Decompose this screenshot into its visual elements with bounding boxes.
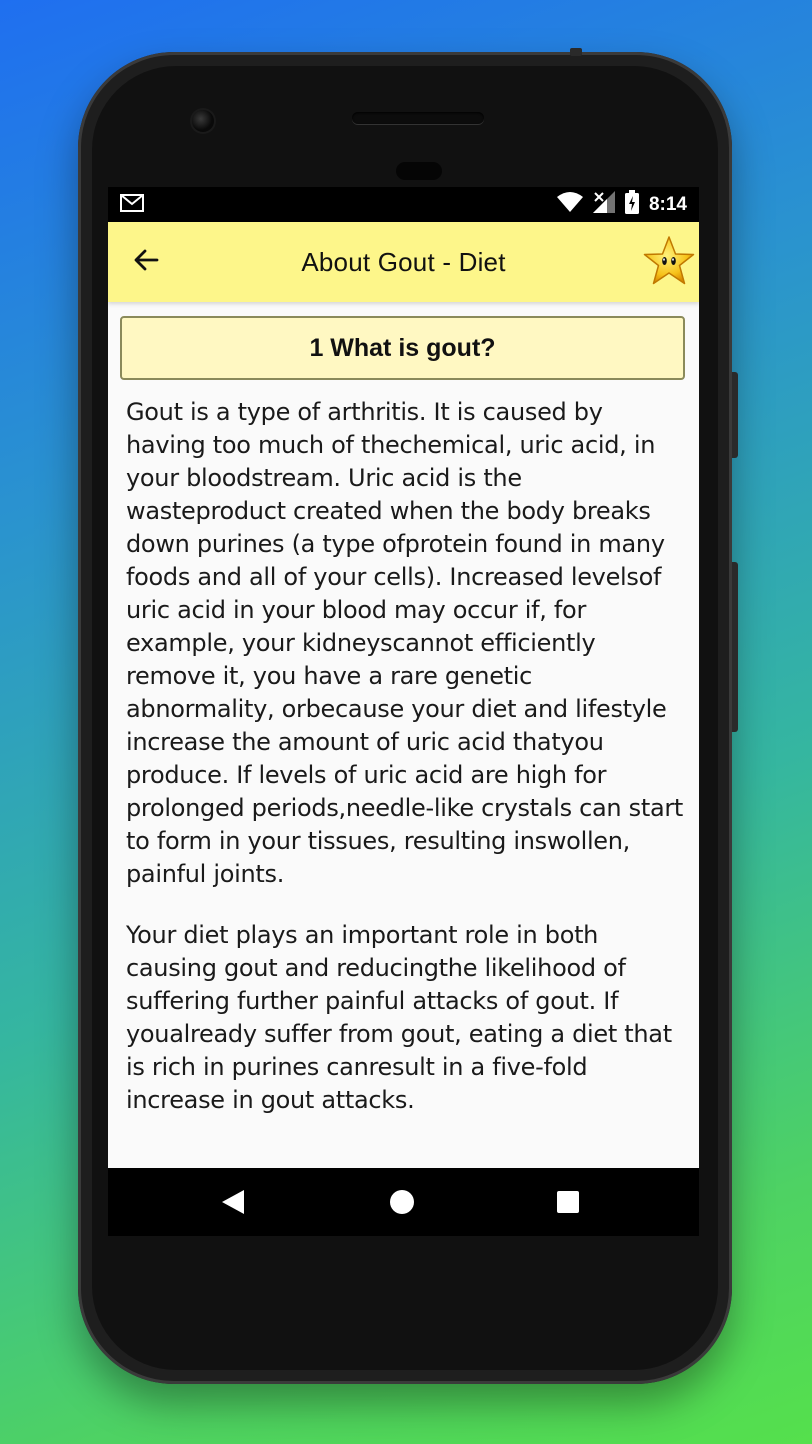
article-paragraph: Gout is a type of arthritis. It is cause… xyxy=(126,398,691,888)
earpiece-speaker xyxy=(352,112,484,124)
section-header[interactable]: 1 What is gout? xyxy=(120,316,685,380)
back-button[interactable] xyxy=(128,244,164,280)
nav-recents-icon[interactable] xyxy=(557,1191,579,1213)
nav-back-icon[interactable] xyxy=(222,1190,244,1219)
status-bar: 8:14 xyxy=(108,187,699,222)
power-button xyxy=(732,372,738,458)
phone-top-mark xyxy=(570,48,582,56)
wifi-icon xyxy=(556,191,583,218)
gmail-icon xyxy=(118,191,146,218)
battery-icon xyxy=(624,189,639,220)
article-paragraph: Your diet plays an important role in bot… xyxy=(126,921,680,1114)
page-title: About Gout - Diet xyxy=(301,246,506,277)
favorite-button[interactable] xyxy=(641,234,697,290)
phone-screen: 8:14 About Gout - Diet 1 What is gout? G… xyxy=(108,187,699,1168)
article-content: 1 What is gout? Gout is a type of arthri… xyxy=(108,302,699,1117)
navigation-bar xyxy=(108,1168,699,1236)
volume-button xyxy=(732,562,738,732)
arrow-left-icon xyxy=(133,248,159,277)
app-bar: About Gout - Diet xyxy=(108,222,699,302)
nav-home-icon[interactable] xyxy=(390,1190,414,1214)
status-time: 8:14 xyxy=(648,193,687,215)
proximity-sensor xyxy=(396,162,442,180)
signal-icon xyxy=(592,190,615,219)
front-camera xyxy=(192,110,214,132)
star-icon xyxy=(641,236,697,294)
